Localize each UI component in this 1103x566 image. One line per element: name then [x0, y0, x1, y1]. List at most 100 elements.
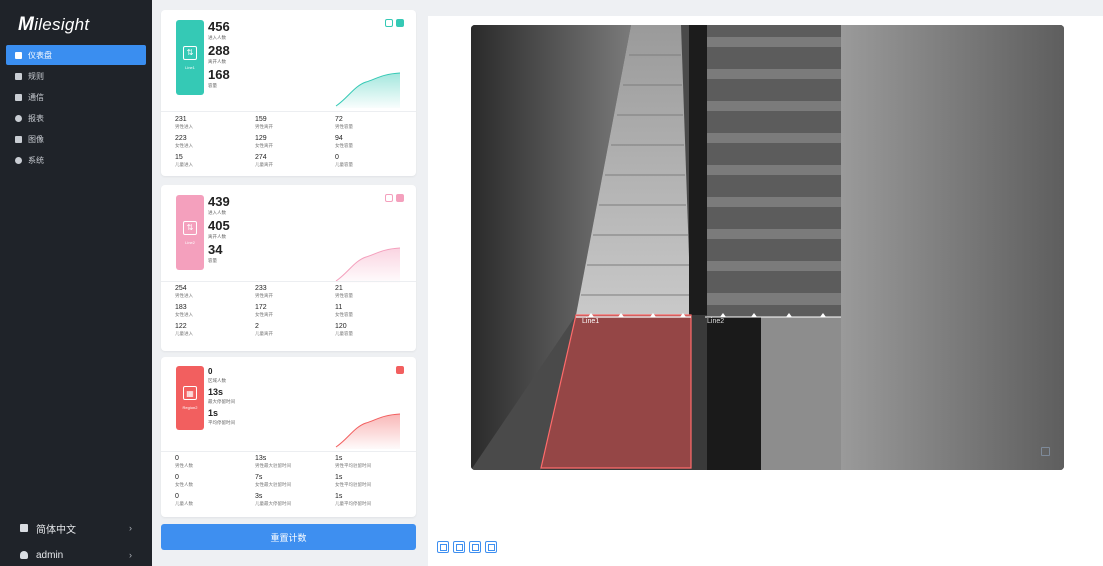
detail-cell: 159 男性离开 [255, 116, 273, 129]
refresh-icon[interactable] [485, 541, 497, 553]
stat-value: 288 [208, 43, 230, 58]
stat-label: 容量 [208, 83, 217, 88]
stat-value: 34 [208, 242, 223, 257]
detail-cell: 223 女性进入 [175, 135, 193, 148]
stat-value: 439 [208, 194, 230, 209]
reset-icon[interactable] [396, 194, 404, 202]
sidebar-item-image[interactable]: 图像 [6, 129, 146, 149]
region2-card: ▦ Region2 0 区域人数 13s 最大停留时间 1s 平均停留时间 0 … [161, 357, 416, 517]
divider [161, 451, 416, 452]
line-counter-icon: ⇅ [183, 220, 197, 235]
detail-cell: 120 儿童容量 [335, 323, 353, 336]
detail-cell: 233 男性离开 [255, 285, 273, 298]
sidebar-item-label: 规则 [28, 71, 44, 81]
detail-cell: 3s 儿童最大停留时间 [255, 493, 291, 506]
snapshot-icon[interactable] [469, 541, 481, 553]
card-actions [396, 366, 404, 374]
stat-label: 离开人数 [208, 234, 226, 239]
trend-sparkline [335, 413, 401, 449]
line2-badge: ⇅ Line2 [176, 195, 204, 270]
stat-value: 405 [208, 218, 230, 233]
brand-logo: Milesight [18, 14, 90, 35]
stat-label: 进入人数 [208, 210, 226, 215]
detail-cell: 21 男性容量 [335, 285, 353, 298]
sidebar-item-report[interactable]: 报表 [6, 108, 146, 128]
line2-card: ⇅ Line2 439 进入人数 405 离开人数 34 容量 254 男性进入… [161, 185, 416, 351]
detail-cell: 72 男性容量 [335, 116, 353, 129]
line1-card: ⇅ Line1 456 进入人数 288 离开人数 168 容量 231 男性进… [161, 10, 416, 176]
user-menu[interactable]: admin › [0, 545, 152, 565]
detail-cell: 183 女性进入 [175, 304, 193, 317]
divider [161, 111, 416, 112]
detail-cell: 129 女性离开 [255, 135, 273, 148]
user-label: admin [36, 549, 64, 561]
line-counter-icon: ⇅ [183, 45, 197, 60]
user-icon [20, 551, 28, 559]
stat-label: 区域人数 [208, 378, 226, 383]
sidebar-item-label: 仪表盘 [28, 50, 52, 60]
detail-cell: 0 男性人数 [175, 455, 193, 468]
sidebar-item-dashboard[interactable]: 仪表盘 [6, 45, 146, 65]
stat-label: 离开人数 [208, 59, 226, 64]
main-stats: 439 进入人数 405 离开人数 34 容量 [208, 195, 230, 267]
communication-icon [15, 93, 22, 101]
draw-toolbar [437, 541, 497, 553]
stat-label: 最大停留时间 [208, 399, 235, 404]
detail-cell: 0 儿童人数 [175, 493, 193, 506]
divider [161, 281, 416, 282]
chart-toggle-icon[interactable] [385, 19, 393, 27]
detail-cell: 7s 女性最大驻留时间 [255, 474, 291, 487]
region-draw-icon[interactable] [437, 541, 449, 553]
detail-cell: 172 女性离开 [255, 304, 273, 317]
sidebar-item-label: 图像 [28, 134, 44, 144]
stat-value: 13s [208, 387, 224, 397]
trend-sparkline [335, 247, 401, 283]
reset-icon[interactable] [396, 19, 404, 27]
sidebar: Milesight 仪表盘 规则 通信 报表 图像 系统 简体中文 › admi… [0, 0, 152, 566]
detail-grid: 254 男性进入 233 男性离开 21 男性容量 183 女性进入 172 女性离开 1… [175, 285, 415, 342]
reset-count-button[interactable]: 重置计数 [161, 524, 416, 550]
image-icon [15, 135, 22, 143]
chevron-right-icon: › [129, 523, 132, 533]
detail-cell: 0 儿童容量 [335, 154, 353, 167]
detail-grid: 231 男性进入 159 男性离开 72 男性容量 223 女性进入 129 女性离开 9… [175, 116, 415, 173]
detail-cell: 1s 女性平均驻留时间 [335, 474, 371, 487]
language-selector[interactable]: 简体中文 › [0, 518, 152, 538]
stat-label: 容量 [208, 258, 217, 263]
gear-icon [15, 156, 22, 164]
detail-cell: 122 儿童进入 [175, 323, 193, 336]
stat-value: 168 [208, 67, 230, 82]
detail-cell: 11 女性容量 [335, 304, 353, 317]
reset-icon[interactable] [396, 366, 404, 374]
detail-cell: 254 男性进入 [175, 285, 193, 298]
rules-icon [15, 72, 22, 80]
line-draw-icon[interactable] [453, 541, 465, 553]
sidebar-item-system[interactable]: 系统 [6, 150, 146, 170]
sidebar-item-communication[interactable]: 通信 [6, 87, 146, 107]
sidebar-item-rules[interactable]: 规则 [6, 66, 146, 86]
camera-view[interactable]: Line1 Line2 [471, 25, 1064, 470]
sidebar-item-label: 通信 [28, 92, 44, 102]
stats-column: ⇅ Line1 456 进入人数 288 离开人数 168 容量 231 男性进… [158, 10, 420, 566]
camera-panel: Line1 Line2 [428, 16, 1103, 566]
detail-cell: 13s 男性最大驻留时间 [255, 455, 291, 468]
stat-label: 进入人数 [208, 35, 226, 40]
chart-toggle-icon[interactable] [385, 194, 393, 202]
main-stats: 456 进入人数 288 离开人数 168 容量 [208, 20, 230, 92]
detail-grid: 0 男性人数 13s 男性最大驻留时间 1s 男性平均驻留时间 0 女性人数 7s 女性最… [175, 455, 415, 512]
chevron-right-icon: › [129, 550, 132, 560]
detail-cell: 1s 男性平均驻留时间 [335, 455, 371, 468]
detail-cell: 231 男性进入 [175, 116, 193, 129]
fullscreen-icon[interactable] [1041, 447, 1050, 456]
sidebar-item-label: 报表 [28, 113, 44, 123]
stat-label: 平均停留时间 [208, 420, 235, 425]
card-actions [385, 19, 404, 27]
region-counter-icon: ▦ [183, 386, 197, 400]
line1-label: Line1 [582, 318, 600, 325]
language-label: 简体中文 [36, 524, 76, 536]
detail-cell: 1s 儿童平均停留时间 [335, 493, 371, 506]
region2-badge: ▦ Region2 [176, 366, 204, 430]
app-root: Milesight 仪表盘 规则 通信 报表 图像 系统 简体中文 › admi… [0, 0, 1103, 566]
language-icon [20, 524, 28, 532]
sidebar-nav: 仪表盘 规则 通信 报表 图像 系统 [6, 45, 146, 171]
